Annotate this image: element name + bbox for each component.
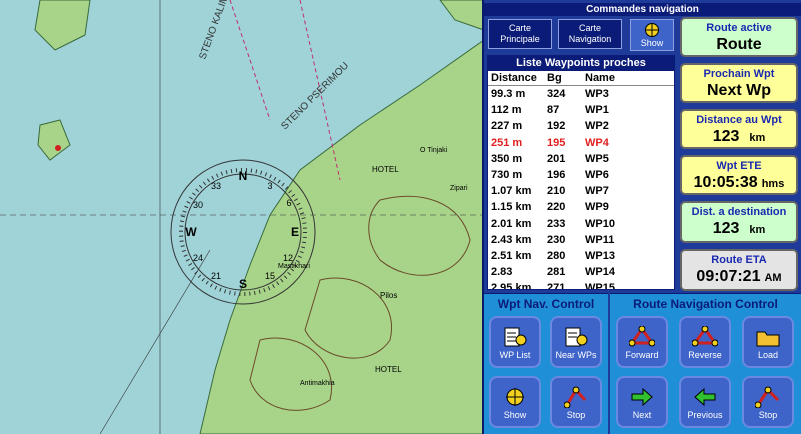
- label-steno-kalimnou: STENO KALIMNOU: [197, 0, 238, 61]
- crosshair-icon: [645, 23, 659, 37]
- label-tinjaki: O Tinjaki: [420, 147, 448, 154]
- forward-button[interactable]: Forward: [616, 316, 668, 368]
- compass-33: 33: [211, 181, 221, 191]
- waypoint-row[interactable]: 2.95 km 271 WP15: [488, 280, 674, 289]
- navigation-panel: Commandes navigation Carte Principale Ca…: [484, 0, 801, 434]
- wpt-show-button[interactable]: Show: [489, 376, 541, 428]
- label-hotel-1: HOTEL: [372, 165, 399, 174]
- waypoint-row[interactable]: 2.83 281 WP14: [488, 264, 674, 280]
- waypoint-row[interactable]: 350 m 201 WP5: [488, 151, 674, 167]
- waypoint-row[interactable]: 99.3 m 324 WP3: [488, 86, 674, 102]
- waypoint-row[interactable]: 1.15 km 220 WP9: [488, 199, 674, 215]
- nautical-chart[interactable]: N 3 6 E 12 15 S 21 24 W 30 33 STENO KALI…: [0, 0, 484, 434]
- route-stop-button[interactable]: Stop: [742, 376, 794, 428]
- label-zipari: Zipari: [450, 185, 468, 192]
- previous-arrow-icon: [694, 387, 716, 407]
- waypoint-list[interactable]: Liste Waypoints proches Distance Bg Name…: [487, 55, 675, 290]
- panel-title: Commandes navigation: [484, 3, 801, 16]
- wpt-nav-control: Wpt Nav. Control WP List Near WPs Show S…: [484, 293, 608, 434]
- waypoint-row[interactable]: 251 m 195 WP4: [488, 135, 674, 151]
- previous-button[interactable]: Previous: [679, 376, 731, 428]
- compass-n: N: [239, 169, 248, 183]
- label-pilos: Pilos: [380, 291, 397, 300]
- label-hotel-2: HOTEL: [375, 365, 402, 374]
- compass-15: 15: [265, 271, 275, 281]
- list-icon: [504, 327, 527, 347]
- waypoint-row[interactable]: 730 m 196 WP6: [488, 167, 674, 183]
- compass-3: 3: [267, 181, 272, 191]
- stop-route-icon: [755, 386, 780, 408]
- waypoint-row[interactable]: 1.07 km 210 WP7: [488, 183, 674, 199]
- near-wps-button[interactable]: Near WPs: [550, 316, 602, 368]
- label-steno-pserimou: STENO PSERIMOU: [279, 60, 351, 132]
- compass-w: W: [185, 225, 197, 239]
- label-mastikhari: Mastikhari: [278, 263, 310, 270]
- load-button[interactable]: Load: [742, 316, 794, 368]
- compass-s: S: [239, 277, 247, 291]
- waypoint-list-title: Liste Waypoints proches: [488, 56, 674, 71]
- next-arrow-icon: [631, 387, 653, 407]
- reverse-route-icon: [692, 326, 718, 347]
- label-antimakhia: Antimakhia: [300, 380, 335, 387]
- stop-route-icon: [564, 386, 587, 408]
- reverse-button[interactable]: Reverse: [679, 316, 731, 368]
- route-active-box: Route active Route: [680, 17, 798, 57]
- route-nav-control: Route Navigation Control Forward Reverse…: [610, 293, 801, 434]
- show-button[interactable]: Show: [630, 19, 674, 51]
- compass-6: 6: [286, 198, 291, 208]
- carte-principale-button[interactable]: Carte Principale: [488, 19, 552, 49]
- compass-e: E: [291, 225, 299, 239]
- wp-list-button[interactable]: WP List: [489, 316, 541, 368]
- compass-30: 30: [193, 200, 203, 210]
- crosshair-icon: [506, 388, 524, 406]
- next-waypoint-box: Prochain Wpt Next Wp: [680, 63, 798, 103]
- distance-waypoint-box: Distance au Wpt 123 km: [680, 109, 798, 149]
- route-eta-box: Route ETA 09:07:21 AM: [680, 249, 798, 291]
- compass-12: 12: [283, 253, 293, 263]
- waypoint-ete-box: Wpt ETE 10:05:38 hms: [680, 155, 798, 195]
- waypoint-row[interactable]: 112 m 87 WP1: [488, 102, 674, 118]
- wpt-stop-button[interactable]: Stop: [550, 376, 602, 428]
- waypoint-row[interactable]: 2.43 km 230 WP11: [488, 232, 674, 248]
- compass-21: 21: [211, 271, 221, 281]
- next-button[interactable]: Next: [616, 376, 668, 428]
- chart-drawing: N 3 6 E 12 15 S 21 24 W 30 33 STENO KALI…: [0, 0, 482, 434]
- waypoint-row[interactable]: 2.51 km 280 WP13: [488, 248, 674, 264]
- waypoint-row[interactable]: 227 m 192 WP2: [488, 118, 674, 134]
- carte-navigation-button[interactable]: Carte Navigation: [558, 19, 622, 49]
- distance-destination-box: Dist. a destination 123 km: [680, 201, 798, 243]
- near-list-icon: [565, 327, 588, 347]
- forward-route-icon: [629, 326, 655, 347]
- compass-24: 24: [193, 253, 203, 263]
- folder-icon: [756, 331, 780, 347]
- waypoint-list-header: Distance Bg Name: [488, 71, 674, 86]
- waypoint-row[interactable]: 2.01 km 233 WP10: [488, 216, 674, 232]
